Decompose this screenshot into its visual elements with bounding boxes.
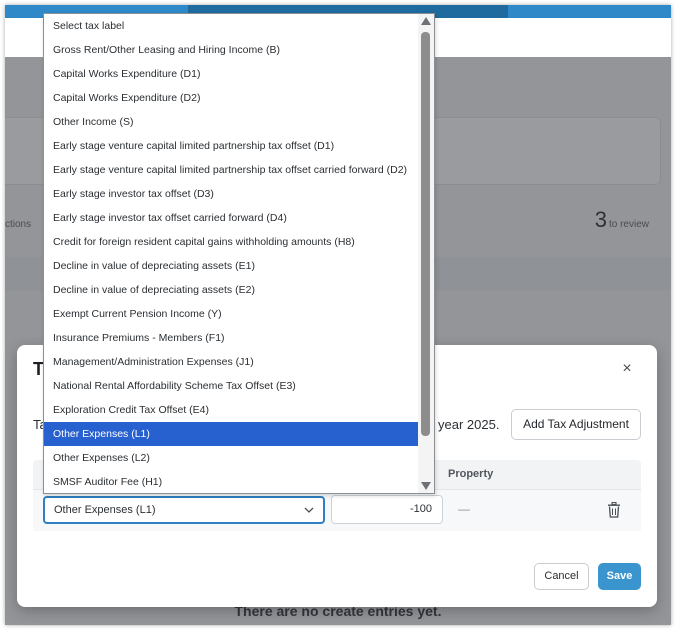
dropdown-option[interactable]: SMSF Auditor Fee (H1) [44, 470, 419, 493]
dropdown-option[interactable]: Early stage investor tax offset (D3) [44, 182, 419, 206]
dropdown-option[interactable]: Decline in value of depreciating assets … [44, 278, 419, 302]
add-tax-adjustment-button[interactable]: Add Tax Adjustment [511, 409, 641, 440]
dropdown-option[interactable]: Credit for foreign resident capital gain… [44, 230, 419, 254]
dropdown-option[interactable]: Gross Rent/Other Leasing and Hiring Inco… [44, 38, 419, 62]
dropdown-option[interactable]: Other Expenses (L2) [44, 446, 419, 470]
modal-description-year: year 2025. [438, 417, 500, 432]
scroll-up-arrow-icon[interactable] [421, 17, 431, 25]
save-button[interactable]: Save [598, 563, 641, 590]
dropdown-option[interactable]: National Rental Affordability Scheme Tax… [44, 374, 419, 398]
dropdown-option[interactable]: Other Expenses (L1) [44, 422, 419, 446]
close-button[interactable]: × [619, 361, 635, 377]
chevron-down-icon [304, 498, 314, 532]
dropdown-option[interactable]: Early stage venture capital limited part… [44, 134, 419, 158]
trash-icon[interactable] [607, 502, 621, 518]
scroll-down-arrow-icon[interactable] [421, 482, 431, 490]
scroll-thumb[interactable] [421, 32, 430, 436]
dropdown-option[interactable]: Management/Administration Expenses (J1) [44, 350, 419, 374]
dropdown-option[interactable]: Exempt Current Pension Income (Y) [44, 302, 419, 326]
cancel-button[interactable]: Cancel [534, 563, 589, 590]
tax-label-dropdown-list[interactable]: Select tax label Gross Rent/Other Leasing… [43, 13, 435, 494]
dropdown-option[interactable]: Exploration Credit Tax Offset (E4) [44, 398, 419, 422]
dropdown-option[interactable]: Select tax label [44, 14, 419, 38]
dropdown-option[interactable]: Capital Works Expenditure (D1) [44, 62, 419, 86]
dropdown-option[interactable]: Other Income (S) [44, 110, 419, 134]
property-column-header: Property [448, 468, 494, 480]
amount-input[interactable]: -100 [331, 495, 443, 524]
dropdown-option[interactable]: Decline in value of depreciating assets … [44, 254, 419, 278]
dropdown-option[interactable]: Early stage venture capital limited part… [44, 158, 419, 182]
property-value: — [458, 502, 470, 516]
dropdown-option[interactable]: Insurance Premiums - Members (F1) [44, 326, 419, 350]
dropdown-option[interactable]: Capital Works Expenditure (D2) [44, 86, 419, 110]
tax-label-select[interactable]: Other Expenses (L1) [43, 496, 325, 524]
dropdown-scrollbar[interactable] [418, 14, 434, 493]
tax-label-select-value: Other Expenses (L1) [54, 504, 156, 516]
dropdown-option[interactable]: Early stage investor tax offset carried … [44, 206, 419, 230]
